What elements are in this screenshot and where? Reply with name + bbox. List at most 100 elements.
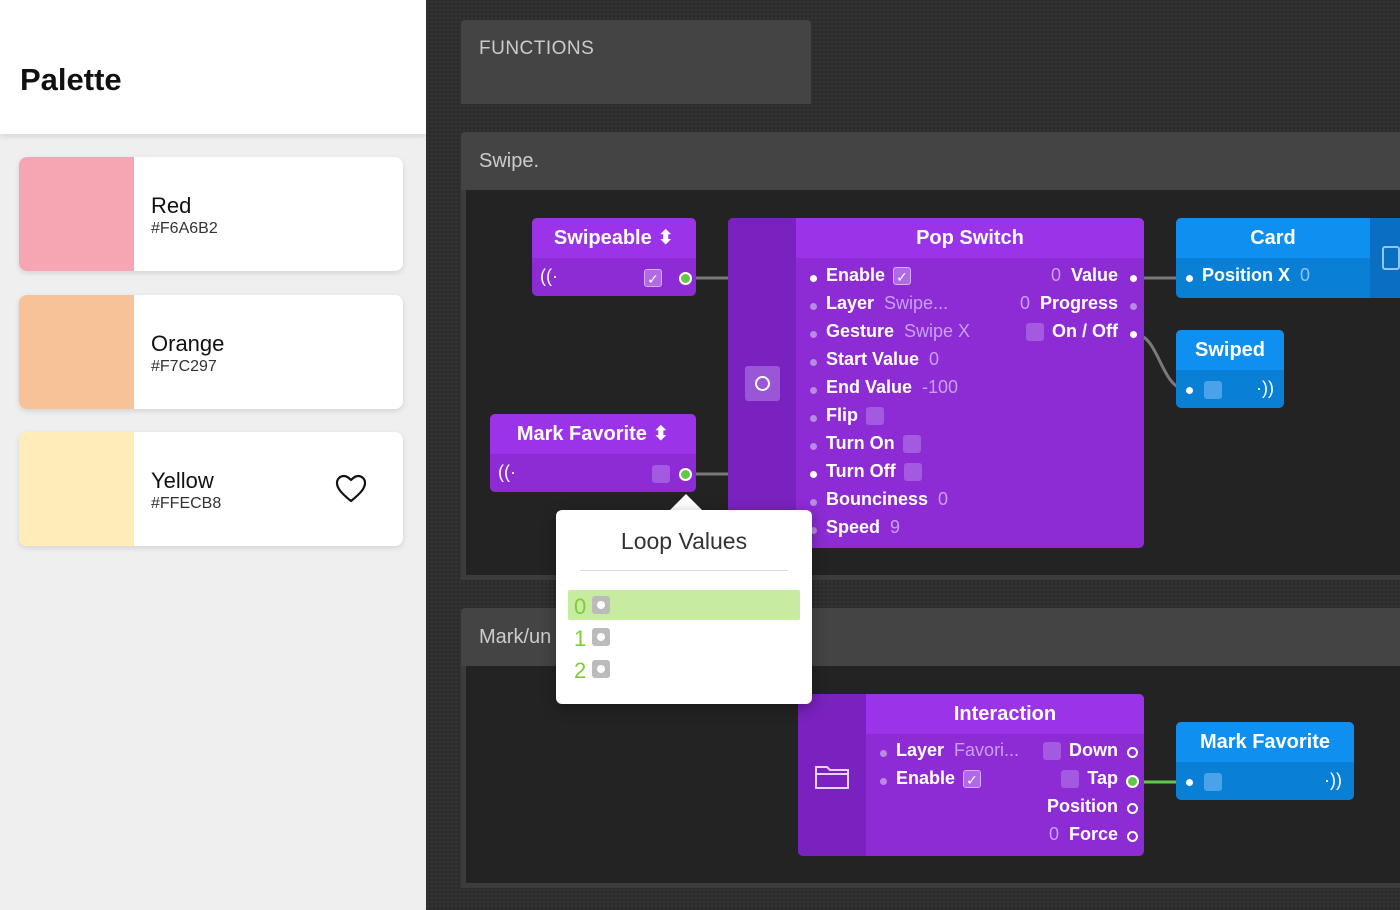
input-flip: Flip: [826, 405, 884, 426]
output-down: Down: [1043, 740, 1118, 761]
output-progress: 0 Progress: [1019, 293, 1118, 313]
loop-index: 1: [574, 626, 587, 651]
swatch-hex: #F6A6B2: [151, 220, 218, 237]
turn-off-pulse[interactable]: [903, 463, 922, 482]
group-header[interactable]: Swipe.: [461, 132, 1400, 190]
input-port-layer[interactable]: [810, 303, 817, 310]
swatch-hex: #F7C297: [151, 358, 217, 375]
swipeable-checkbox[interactable]: ✓: [644, 269, 662, 287]
output-port-on-off[interactable]: [1130, 331, 1137, 338]
swatch-color-red: [19, 157, 134, 271]
input-port-enable[interactable]: [880, 778, 887, 785]
bounciness-value[interactable]: 0: [938, 489, 948, 509]
loop-values-popover[interactable]: Loop Values 0 1 2: [556, 510, 812, 704]
switch-toggle-button[interactable]: [745, 366, 780, 401]
output-value: 0 Value: [1050, 265, 1118, 285]
input-port-enable[interactable]: [810, 275, 817, 282]
output-position: Position: [1047, 796, 1118, 816]
input-gesture: Gesture Swipe X: [826, 321, 971, 341]
input-port-turn-on[interactable]: [810, 443, 817, 450]
input-layer: Layer Favori...: [896, 740, 1020, 760]
swiped-checkbox[interactable]: [1204, 381, 1222, 399]
swatch-name: Orange: [151, 331, 225, 356]
input-port-end-value[interactable]: [810, 387, 817, 394]
input-port-bounciness[interactable]: [810, 499, 817, 506]
swatch-hex: #FFECB8: [151, 495, 222, 512]
input-port-swiped[interactable]: [1186, 387, 1193, 394]
input-enable: Enable ✓: [896, 768, 982, 789]
start-value-field[interactable]: 0: [929, 349, 939, 369]
functions-label: FUNCTIONS: [479, 38, 595, 59]
page-title: Palette: [20, 62, 122, 97]
loop-value-box[interactable]: [592, 596, 610, 614]
output-port-down[interactable]: [1127, 747, 1138, 758]
pulse-indicator: [652, 465, 670, 483]
swipeable-output-port[interactable]: [679, 272, 692, 285]
card-side-strip: [1370, 218, 1400, 298]
speed-value[interactable]: 9: [890, 517, 900, 537]
loop-index: 2: [574, 658, 587, 683]
preview-header: Palette: [0, 0, 426, 134]
input-speed: Speed 9: [826, 517, 901, 537]
input-turn-off: Turn Off: [826, 461, 922, 482]
input-turn-on: Turn On: [826, 433, 921, 454]
layer-value[interactable]: Favori...: [954, 740, 1019, 760]
output-port-progress[interactable]: [1130, 303, 1137, 310]
popover-title: Loop Values: [620, 528, 748, 554]
input-position-x: Position X0: [1202, 265, 1311, 285]
patch-pop-switch[interactable]: Pop Switch Enable ✓ Layer Swipe... Gesture…: [728, 218, 1144, 548]
loop-value-row[interactable]: 1: [568, 622, 800, 652]
output-port-force[interactable]: [1127, 831, 1138, 842]
loop-value-row[interactable]: 0: [568, 590, 800, 620]
patch-title: Mark Favorite: [1176, 722, 1354, 762]
swatch-card-yellow[interactable]: Yellow #FFECB8: [19, 432, 403, 546]
flip-checkbox[interactable]: [866, 407, 884, 426]
patch-mark-favorite-target[interactable]: Mark Favorite ·)): [1176, 722, 1354, 800]
tap-indicator: [1061, 770, 1080, 789]
down-indicator: [1043, 742, 1061, 761]
patch-title: Swiped: [1176, 330, 1284, 370]
loop-value-box[interactable]: [592, 628, 610, 646]
input-port-flip[interactable]: [810, 415, 817, 422]
patch-title: Swipeable ⬍: [532, 218, 696, 258]
loop-value-row[interactable]: 2: [568, 654, 800, 684]
loop-value-box[interactable]: [592, 660, 610, 678]
input-port-layer[interactable]: [880, 750, 887, 757]
layer-icon: [1382, 246, 1400, 270]
mark-favorite-output-port[interactable]: [679, 468, 692, 481]
output-port-position[interactable]: [1127, 803, 1138, 814]
input-port-turn-off[interactable]: [810, 471, 817, 478]
input-start-value: Start Value 0: [826, 349, 940, 369]
swatch-card-orange[interactable]: Orange #F7C297: [19, 295, 403, 409]
input-port-mark-favorite[interactable]: [1186, 779, 1193, 786]
patch-swipeable[interactable]: Swipeable ⬍ ((· ✓: [532, 218, 696, 296]
heart-icon[interactable]: [335, 474, 367, 504]
patch-mark-favorite-source[interactable]: Mark Favorite ⬍ ((·: [490, 414, 696, 492]
turn-on-pulse[interactable]: [902, 435, 921, 454]
patch-title: Card: [1176, 218, 1370, 258]
broadcast-icon: ·)): [1324, 770, 1342, 790]
position-x-value[interactable]: 0: [1300, 265, 1310, 285]
input-port-position-x[interactable]: [1186, 275, 1193, 282]
output-port-tap[interactable]: [1126, 775, 1139, 788]
patch-swiped[interactable]: Swiped ·)): [1176, 330, 1284, 408]
layer-value[interactable]: Swipe...: [884, 293, 948, 313]
input-layer: Layer Swipe...: [826, 293, 949, 313]
broadcast-icon: ((·: [498, 462, 516, 482]
gesture-value[interactable]: Swipe X: [904, 321, 970, 341]
swatch-color-yellow: [19, 432, 134, 546]
swatch-color-orange: [19, 295, 134, 409]
output-port-value[interactable]: [1130, 275, 1137, 282]
end-value-field[interactable]: -100: [922, 377, 958, 397]
swatch-card-red[interactable]: Red #F6A6B2: [19, 157, 403, 271]
group-label: Mark/un: [479, 626, 552, 648]
input-port-start-value[interactable]: [810, 359, 817, 366]
functions-group[interactable]: FUNCTIONS: [461, 20, 811, 104]
patch-interaction[interactable]: Interaction Layer Favori... Enable ✓ Down …: [798, 694, 1144, 856]
input-bounciness: Bounciness 0: [826, 489, 949, 509]
input-port-gesture[interactable]: [810, 331, 817, 338]
patch-card[interactable]: Card Position X0: [1176, 218, 1400, 298]
enable-checkbox[interactable]: ✓: [963, 770, 982, 789]
enable-checkbox[interactable]: ✓: [893, 267, 912, 286]
swatch-name: Yellow: [151, 468, 214, 493]
